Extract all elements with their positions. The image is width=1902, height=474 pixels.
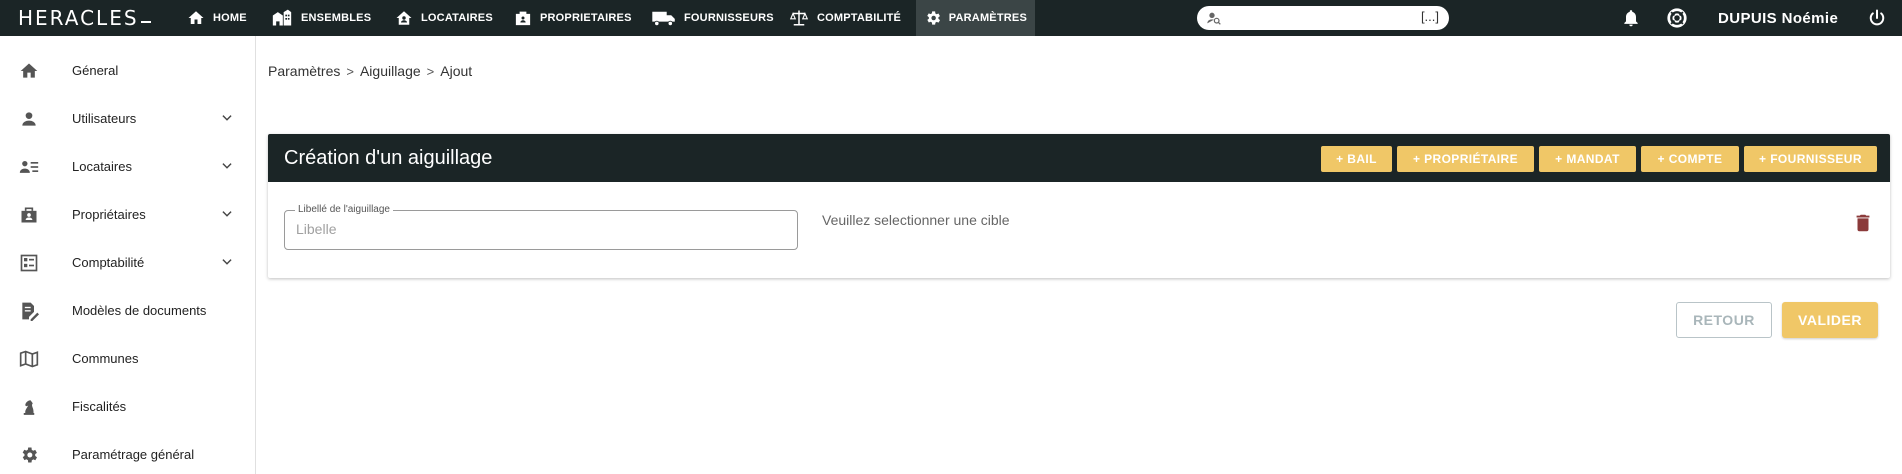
sidebar-item-label: Paramétrage général bbox=[72, 446, 195, 462]
power-icon bbox=[1869, 9, 1885, 26]
add-compte-button[interactable]: + COMPTE bbox=[1641, 146, 1739, 172]
sidebar-item-comptabilite[interactable]: Comptabilité bbox=[0, 238, 256, 286]
chevron-down-icon bbox=[222, 259, 232, 265]
libelle-field[interactable]: Libellé de l'aiguillage bbox=[284, 204, 798, 250]
breadcrumb-item-parametres[interactable]: Paramètres bbox=[268, 63, 340, 79]
trash-icon bbox=[1856, 214, 1870, 232]
sidebar-item-general[interactable]: Géneral bbox=[0, 46, 256, 94]
nav-proprietaires-label: PROPRIETAIRES bbox=[540, 12, 632, 24]
delete-button[interactable] bbox=[1852, 212, 1874, 239]
bell-icon bbox=[1624, 10, 1638, 27]
sidebar-item-label: Comptabilité bbox=[72, 254, 145, 270]
person-icon bbox=[18, 108, 40, 130]
badge-briefcase-icon bbox=[515, 11, 531, 26]
retour-button[interactable]: RETOUR bbox=[1676, 302, 1772, 338]
ledger-icon bbox=[18, 252, 40, 274]
nav-comptabilite-label: COMPTABILITÉ bbox=[817, 12, 902, 24]
breadcrumb-item-aiguillage[interactable]: Aiguillage bbox=[360, 63, 421, 79]
chevron-down-icon bbox=[222, 211, 232, 217]
sidebar-item-label: Communes bbox=[72, 350, 139, 366]
nav-fournisseurs[interactable]: FOURNISSEURS bbox=[643, 0, 782, 36]
help-button[interactable] bbox=[1666, 7, 1688, 29]
chevron-down-icon bbox=[222, 115, 232, 121]
nav-home-label: HOME bbox=[213, 12, 247, 24]
sidebar-item-modeles-documents[interactable]: Modèles de documents bbox=[0, 286, 256, 334]
search-input[interactable] bbox=[1229, 10, 1399, 26]
notifications-button[interactable] bbox=[1620, 7, 1642, 29]
nav-ensembles-label: ENSEMBLES bbox=[301, 12, 372, 24]
chess-knight-icon bbox=[18, 396, 40, 418]
sidebar-item-label: Modèles de documents bbox=[72, 302, 207, 318]
chevron-down-icon bbox=[222, 163, 232, 169]
nav-fournisseurs-label: FOURNISSEURS bbox=[684, 12, 774, 24]
aiguillage-form-card: Création d'un aiguillage + BAIL + PROPRI… bbox=[268, 134, 1890, 278]
card-header: Création d'un aiguillage + BAIL + PROPRI… bbox=[268, 134, 1890, 182]
logout-button[interactable] bbox=[1866, 7, 1888, 29]
scale-icon bbox=[789, 10, 809, 26]
user-search-icon bbox=[1207, 12, 1221, 25]
home-icon bbox=[18, 60, 40, 82]
house-person-icon bbox=[396, 11, 412, 25]
home-icon bbox=[188, 11, 204, 24]
sidebar-item-fiscalites[interactable]: Fiscalités bbox=[0, 382, 256, 430]
user-name[interactable]: DUPUIS Noémie bbox=[1718, 0, 1838, 36]
sidebar-item-utilisateurs[interactable]: Utilisateurs bbox=[0, 94, 256, 142]
nav-parametres[interactable]: PARAMÈTRES bbox=[916, 0, 1035, 36]
gear-icon bbox=[18, 444, 40, 466]
libelle-input[interactable] bbox=[296, 221, 776, 237]
badge-briefcase-icon bbox=[18, 204, 40, 226]
document-edit-icon bbox=[18, 300, 40, 322]
sidebar-item-proprietaires[interactable]: Propriétaires bbox=[0, 190, 256, 238]
nav-locataires-label: LOCATAIRES bbox=[421, 12, 493, 24]
sidebar-item-label: Propriétaires bbox=[72, 206, 146, 222]
breadcrumb-separator: > bbox=[426, 63, 435, 79]
gear-icon bbox=[927, 11, 941, 25]
sidebar-item-communes[interactable]: Communes bbox=[0, 334, 256, 382]
sidebar-item-parametrage-general[interactable]: Paramétrage général bbox=[0, 430, 256, 474]
valider-button[interactable]: VALIDER bbox=[1782, 302, 1878, 338]
nav-comptabilite[interactable]: COMPTABILITÉ bbox=[780, 0, 909, 36]
sidebar-item-label: Utilisateurs bbox=[72, 110, 137, 126]
nav-locataires[interactable]: LOCATAIRES bbox=[386, 0, 501, 36]
breadcrumb-item-ajout: Ajout bbox=[440, 63, 473, 79]
add-bail-button[interactable]: + BAIL bbox=[1321, 146, 1392, 172]
target-message: Veuillez selectionner une cible bbox=[822, 212, 1010, 228]
libelle-field-label: Libellé de l'aiguillage bbox=[295, 204, 393, 215]
app-logo[interactable]: HERACLES bbox=[18, 4, 151, 32]
nav-ensembles[interactable]: ENSEMBLES bbox=[262, 0, 379, 36]
top-navigation-bar: HERACLES HOME ENSEMBLES LOCATAIRES PROPR… bbox=[0, 0, 1902, 36]
lifebuoy-icon bbox=[1667, 8, 1687, 28]
map-icon bbox=[18, 348, 40, 370]
logo-tail bbox=[140, 21, 151, 23]
buildings-icon bbox=[272, 9, 292, 26]
breadcrumb: Paramètres > Aiguillage > Ajout bbox=[268, 63, 472, 79]
sidebar-item-label: Locataires bbox=[72, 158, 132, 174]
add-mandat-button[interactable]: + MANDAT bbox=[1539, 146, 1636, 172]
sidebar: Géneral Utilisateurs Locataires Propriét… bbox=[0, 36, 256, 474]
sidebar-item-label: Géneral bbox=[72, 62, 119, 78]
add-fournisseur-button[interactable]: + FOURNISSEUR bbox=[1744, 146, 1877, 172]
sidebar-item-label: Fiscalités bbox=[72, 398, 127, 414]
search-options-button[interactable]: [...] bbox=[1421, 9, 1439, 24]
truck-icon bbox=[652, 11, 675, 27]
app-logo-text: HERACLES bbox=[18, 6, 139, 30]
nav-home[interactable]: HOME bbox=[178, 0, 255, 36]
nav-proprietaires[interactable]: PROPRIETAIRES bbox=[505, 0, 640, 36]
person-list-icon bbox=[18, 156, 40, 178]
search-box[interactable]: [...] bbox=[1197, 6, 1449, 30]
page-title: Création d'un aiguillage bbox=[284, 147, 493, 169]
breadcrumb-separator: > bbox=[346, 63, 354, 79]
add-proprietaire-button[interactable]: + PROPRIÉTAIRE bbox=[1397, 146, 1534, 172]
sidebar-item-locataires[interactable]: Locataires bbox=[0, 142, 256, 190]
nav-parametres-label: PARAMÈTRES bbox=[948, 12, 1027, 24]
